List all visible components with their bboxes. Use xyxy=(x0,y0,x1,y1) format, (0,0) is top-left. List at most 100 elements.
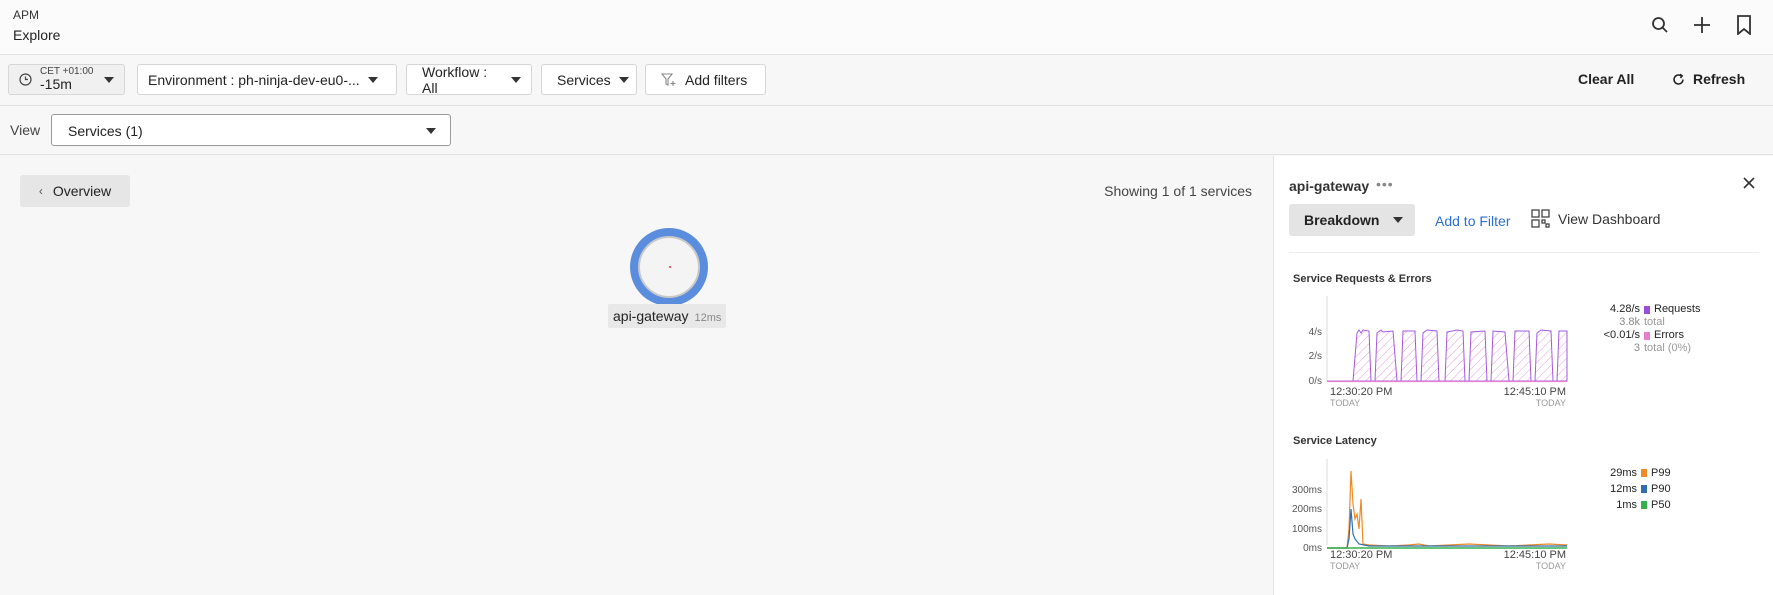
add-filters-label: Add filters xyxy=(685,71,748,88)
legend-subitem-requests: 3.8k total xyxy=(1586,316,1716,329)
add-to-filter-link[interactable]: Add to Filter xyxy=(1435,213,1510,229)
requests-x-end: 12:45:10 PM xyxy=(1504,386,1566,398)
panel-divider xyxy=(1289,252,1759,253)
refresh-label: Refresh xyxy=(1693,71,1746,87)
view-select-value: Services (1) xyxy=(68,123,143,139)
service-detail-panel: api-gateway ••• Breakdown Add to Filter … xyxy=(1273,156,1773,595)
service-node-api-gateway[interactable] xyxy=(630,228,708,306)
chevron-down-icon xyxy=(618,76,629,83)
search-icon[interactable] xyxy=(1649,14,1671,36)
requests-x-start: 12:30:20 PM xyxy=(1330,386,1392,398)
legend-subitem-errors: 3 total (0%) xyxy=(1586,342,1716,355)
requests-legend: 4.28/s Requests 3.8k total <0.01/s Error… xyxy=(1586,303,1716,355)
requests-x-end-sub: TODAY xyxy=(1536,398,1566,408)
dashboard-icon xyxy=(1531,209,1550,228)
showing-count: Showing 1 of 1 services xyxy=(1104,183,1252,199)
chevron-down-icon xyxy=(426,128,436,134)
filter-add-icon xyxy=(661,72,677,87)
latency-x-start: 12:30:20 PM xyxy=(1330,549,1392,561)
refresh-icon xyxy=(1672,73,1685,86)
service-node-name: api-gateway xyxy=(613,308,689,324)
legend-sub-value: 3.8k xyxy=(1619,316,1640,328)
requests-chart: 4/s 2/s 0/s 12:30:20 PM TODAY 12:45:10 P… xyxy=(1309,296,1568,408)
legend-swatch xyxy=(1644,305,1650,314)
view-dashboard-link[interactable]: View Dashboard xyxy=(1531,209,1660,228)
legend-value: 29ms xyxy=(1610,467,1637,479)
chevron-down-icon xyxy=(511,76,521,83)
legend-sub-value: 3 xyxy=(1633,342,1640,354)
legend-item-requests: 4.28/s Requests xyxy=(1586,303,1716,316)
legend-name: Errors xyxy=(1654,329,1684,341)
latency-y-tick: 200ms xyxy=(1292,504,1322,515)
add-icon[interactable] xyxy=(1691,14,1713,36)
legend-name: Requests xyxy=(1654,303,1701,315)
view-label: View xyxy=(10,122,41,138)
legend-name: P50 xyxy=(1651,499,1671,511)
latency-y-tick: 300ms xyxy=(1292,485,1322,496)
time-range-picker[interactable]: CET +01:00 -15m xyxy=(8,64,125,95)
refresh-button[interactable]: Refresh xyxy=(1672,71,1745,87)
legend-swatch xyxy=(1641,485,1647,493)
latency-x-start-sub: TODAY xyxy=(1330,561,1360,571)
legend-name: P90 xyxy=(1651,483,1671,495)
requests-chart-title: Service Requests & Errors xyxy=(1293,273,1432,285)
chevron-down-icon xyxy=(1393,217,1404,223)
top-icons xyxy=(1649,14,1755,36)
legend-value: 1ms xyxy=(1616,499,1637,511)
legend-item-p50: 1ms P50 xyxy=(1586,497,1681,513)
bookmark-icon[interactable] xyxy=(1733,14,1755,36)
page-title: Explore xyxy=(13,27,61,43)
legend-sub-label: total (0%) xyxy=(1644,342,1692,354)
legend-swatch xyxy=(1641,469,1647,477)
legend-item-p99: 29ms P99 xyxy=(1586,465,1681,481)
requests-y-tick: 4/s xyxy=(1309,327,1322,338)
view-dashboard-label: View Dashboard xyxy=(1558,210,1661,227)
legend-swatch xyxy=(1644,331,1650,340)
service-node-inner xyxy=(638,236,700,298)
chevron-left-icon: ‹ xyxy=(38,184,43,198)
requests-y-tick: 0/s xyxy=(1309,376,1322,387)
latency-chart: 300ms 200ms 100ms 0ms 12:30:20 PM TODAY … xyxy=(1292,459,1568,571)
add-filters-button[interactable]: Add filters xyxy=(645,64,766,95)
top-bar: APM Explore xyxy=(0,0,1773,55)
workflow-filter[interactable]: Workflow : All xyxy=(406,63,532,96)
panel-title: api-gateway xyxy=(1289,178,1370,194)
error-dot xyxy=(669,266,671,268)
breakdown-dropdown[interactable]: Breakdown xyxy=(1289,204,1415,236)
filter-bar: CET +01:00 -15m Environment : ph-ninja-d… xyxy=(0,56,1773,106)
services-filter[interactable]: Services xyxy=(541,64,637,95)
legend-value: 12ms xyxy=(1610,483,1637,495)
overview-button[interactable]: ‹ Overview xyxy=(20,175,130,207)
chevron-down-icon xyxy=(104,76,114,83)
clear-all-button[interactable]: Clear All xyxy=(1578,71,1634,87)
latency-y-tick: 0ms xyxy=(1303,543,1322,554)
requests-y-tick: 2/s xyxy=(1309,351,1322,362)
service-node-latency: 12ms xyxy=(694,312,722,324)
close-icon[interactable] xyxy=(1743,176,1755,194)
workflow-label: Workflow : All xyxy=(422,63,488,96)
service-node-label[interactable]: api-gateway 12ms xyxy=(608,304,727,328)
legend-item-errors: <0.01/s Errors xyxy=(1586,329,1716,342)
legend-name: P99 xyxy=(1651,467,1671,479)
more-options-icon[interactable]: ••• xyxy=(1376,176,1394,192)
p99-series xyxy=(1327,470,1568,549)
latency-x-end-sub: TODAY xyxy=(1536,561,1566,571)
latency-x-end: 12:45:10 PM xyxy=(1504,549,1566,561)
legend-value: 4.28/s xyxy=(1610,303,1640,315)
time-range-value: -15m xyxy=(40,76,72,92)
legend-sub-label: total xyxy=(1644,316,1665,328)
services-label: Services xyxy=(557,71,611,88)
legend-swatch xyxy=(1641,501,1647,509)
app-label: APM xyxy=(13,8,40,22)
legend-value: <0.01/s xyxy=(1603,329,1640,341)
view-select[interactable]: Services (1) xyxy=(51,114,451,146)
environment-filter[interactable]: Environment : ph-ninja-dev-eu0-... xyxy=(137,64,397,95)
latency-legend: 29ms P99 12ms P90 1ms P50 xyxy=(1586,465,1681,513)
service-map: ‹ Overview Showing 1 of 1 services api-g… xyxy=(0,156,1272,595)
latency-y-tick: 100ms xyxy=(1292,524,1322,535)
breakdown-label: Breakdown xyxy=(1304,212,1380,228)
chevron-down-icon xyxy=(367,76,378,83)
latency-chart-title: Service Latency xyxy=(1293,435,1377,447)
requests-x-start-sub: TODAY xyxy=(1330,398,1360,408)
view-bar: View Services (1) xyxy=(0,107,1773,155)
